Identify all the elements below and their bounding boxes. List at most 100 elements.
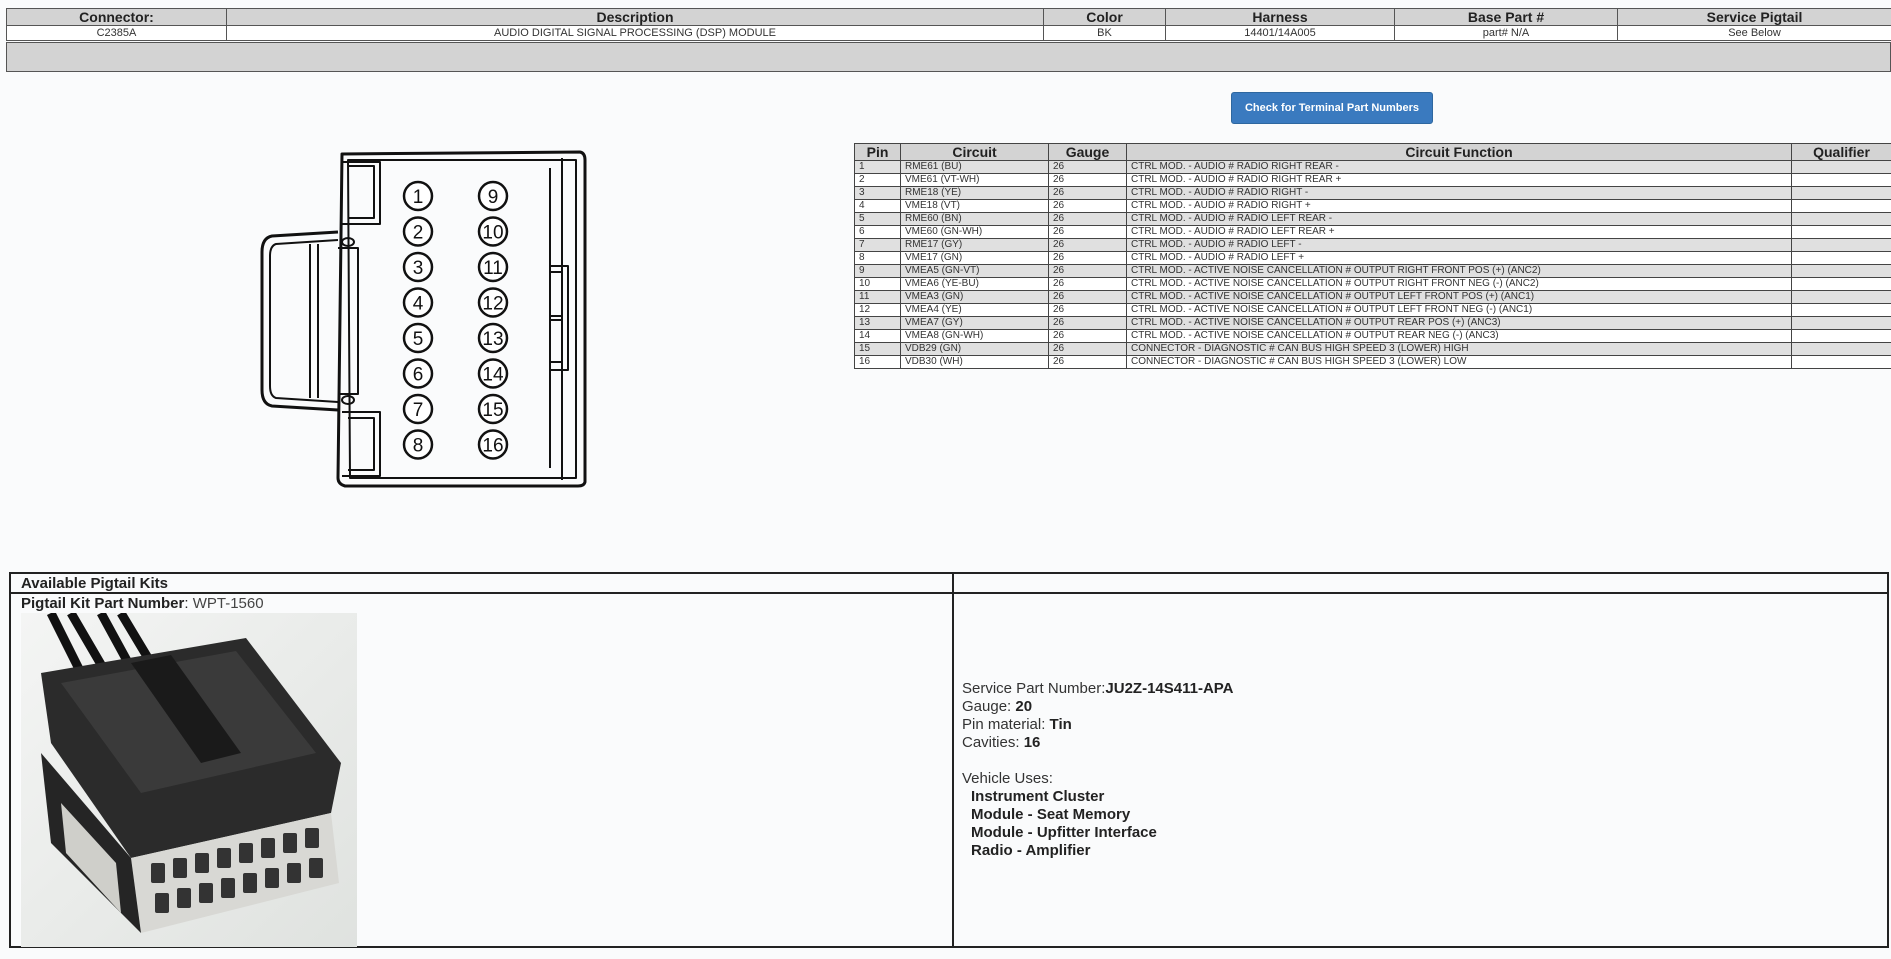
kits-divider-v	[952, 574, 954, 946]
header-connector: Connector:	[6, 8, 227, 26]
cell-circuit-function: CTRL MOD. - AUDIO # RADIO LEFT +	[1126, 251, 1792, 265]
cell-circuit: VMEA5 (GN-VT)	[900, 264, 1049, 278]
cell-pin: 3	[854, 186, 901, 200]
pin-number-label: 14	[482, 365, 504, 386]
table-row: 14 VMEA8 (GN-WH) 26 CTRL MOD. - ACTIVE NOIS…	[854, 329, 1891, 343]
table-row: 4 VME18 (VT) 26 CTRL MOD. - AUDIO # RADIO R…	[854, 199, 1891, 213]
table-row: 7 RME17 (GY) 26 CTRL MOD. - AUDIO # RADIO L…	[854, 238, 1891, 252]
cell-pin: 13	[854, 316, 901, 330]
cell-gauge: 26	[1048, 199, 1127, 213]
cell-pin: 12	[854, 303, 901, 317]
pigtail-kits-panel: Available Pigtail Kits Pigtail Kit Part …	[9, 572, 1889, 948]
cell-circuit-function: CTRL MOD. - ACTIVE NOISE CANCELLATION # …	[1126, 277, 1792, 291]
table-row: 2 VME61 (VT-WH) 26 CTRL MOD. - AUDIO # RADI…	[854, 173, 1891, 187]
table-row: 16 VDB30 (WH) 26 CONNECTOR - DIAGNOSTIC # C…	[854, 355, 1891, 369]
check-terminal-part-numbers-button[interactable]: Check for Terminal Part Numbers	[1231, 92, 1433, 124]
gauge-line: Gauge: 20	[962, 698, 1234, 716]
cell-circuit-function: CTRL MOD. - AUDIO # RADIO RIGHT REAR +	[1126, 173, 1792, 187]
pin-number-label: 10	[482, 223, 503, 244]
pin-number-label: 16	[482, 436, 503, 457]
cell-circuit: VDB29 (GN)	[900, 342, 1049, 356]
cell-circuit: VMEA8 (GN-WH)	[900, 329, 1049, 343]
cell-qualifier	[1791, 251, 1891, 265]
cell-pin: 4	[854, 199, 901, 213]
cell-qualifier	[1791, 277, 1891, 291]
pin-number-label: 15	[482, 400, 503, 421]
cell-qualifier	[1791, 238, 1891, 252]
pin-number-label: 12	[482, 294, 503, 315]
table-row: 8 VME17 (GN) 26 CTRL MOD. - AUDIO # RADIO L…	[854, 251, 1891, 265]
cell-circuit: VMEA4 (YE)	[900, 303, 1049, 317]
col-pin: Pin	[854, 143, 901, 161]
cell-gauge: 26	[1048, 264, 1127, 278]
cell-circuit: VME18 (VT)	[900, 199, 1049, 213]
table-row: 9 VMEA5 (GN-VT) 26 CTRL MOD. - ACTIVE NOISE…	[854, 264, 1891, 278]
cell-circuit: VME60 (GN-WH)	[900, 225, 1049, 239]
cell-circuit: VME17 (GN)	[900, 251, 1049, 265]
pin-table-header-row: Pin Circuit Gauge Circuit Function Quali…	[854, 143, 1891, 161]
cell-gauge: 26	[1048, 160, 1127, 174]
vehicle-uses-label: Vehicle Uses:	[962, 770, 1053, 787]
header-color: Color	[1043, 8, 1166, 26]
cell-qualifier	[1791, 199, 1891, 213]
cell-circuit: RME17 (GY)	[900, 238, 1049, 252]
cell-gauge: 26	[1048, 290, 1127, 304]
cell-circuit: VMEA3 (GN)	[900, 290, 1049, 304]
cell-qualifier	[1791, 342, 1891, 356]
pigtail-connector-photo	[21, 613, 357, 947]
vehicle-use-item: Module - Upfitter Interface	[971, 824, 1157, 841]
cell-pin: 7	[854, 238, 901, 252]
cell-circuit: VMEA7 (GY)	[900, 316, 1049, 330]
cell-pin: 10	[854, 277, 901, 291]
cell-gauge: 26	[1048, 316, 1127, 330]
cell-qualifier	[1791, 264, 1891, 278]
cell-pin: 9	[854, 264, 901, 278]
cell-qualifier	[1791, 316, 1891, 330]
cell-pin: 6	[854, 225, 901, 239]
pin-number-label: 9	[488, 187, 499, 208]
cell-circuit: VMEA6 (YE-BU)	[900, 277, 1049, 291]
cavities-label: Cavities:	[962, 734, 1024, 751]
pin-material-line: Pin material: Tin	[962, 716, 1234, 734]
cell-qualifier	[1791, 173, 1891, 187]
cell-pin: 1	[854, 160, 901, 174]
cell-qualifier	[1791, 160, 1891, 174]
cell-circuit-function: CTRL MOD. - AUDIO # RADIO RIGHT -	[1126, 186, 1792, 200]
kit-part-label: Pigtail Kit Part Number	[21, 595, 185, 612]
value-description: AUDIO DIGITAL SIGNAL PROCESSING (DSP) MO…	[226, 25, 1044, 41]
connector-face-diagram: 12345678 910111213141516	[260, 150, 587, 488]
cell-circuit: VME61 (VT-WH)	[900, 173, 1049, 187]
pin-number-label: 4	[413, 294, 424, 315]
value-harness: 14401/14A005	[1165, 25, 1395, 41]
cell-pin: 11	[854, 290, 901, 304]
cell-gauge: 26	[1048, 173, 1127, 187]
table-row: 12 VMEA4 (YE) 26 CTRL MOD. - ACTIVE NOISE C…	[854, 303, 1891, 317]
cell-pin: 2	[854, 173, 901, 187]
cavities-value: 16	[1023, 734, 1041, 751]
header-description: Description	[226, 8, 1044, 26]
cell-qualifier	[1791, 355, 1891, 369]
cell-circuit-function: CONNECTOR - DIAGNOSTIC # CAN BUS HIGH SP…	[1126, 342, 1792, 356]
header-service-pigtail: Service Pigtail	[1617, 8, 1891, 26]
cell-circuit: RME18 (YE)	[900, 186, 1049, 200]
pin-material-label: Pin material:	[962, 716, 1050, 733]
cell-circuit: RME61 (BU)	[900, 160, 1049, 174]
cell-circuit-function: CONNECTOR - DIAGNOSTIC # CAN BUS HIGH SP…	[1126, 355, 1792, 369]
cavities-line: Cavities: 16	[962, 734, 1234, 752]
cell-circuit-function: CTRL MOD. - ACTIVE NOISE CANCELLATION # …	[1126, 303, 1792, 317]
header-row: Connector: Description Color Harness Bas…	[6, 8, 1891, 26]
col-qualifier: Qualifier	[1791, 143, 1891, 161]
value-service-pigtail: See Below	[1617, 25, 1891, 41]
value-row: C2385A AUDIO DIGITAL SIGNAL PROCESSING (…	[6, 25, 1891, 41]
pin-number-label: 7	[413, 400, 424, 421]
pin-number-label: 5	[413, 329, 424, 350]
table-row: 6 VME60 (GN-WH) 26 CTRL MOD. - AUDIO # RADI…	[854, 225, 1891, 239]
pigtail-kit-part-number: Pigtail Kit Part Number: WPT-1560	[21, 595, 264, 612]
connector-header-table: Connector: Description Color Harness Bas…	[6, 8, 1891, 41]
pin-number-label: 3	[413, 258, 424, 279]
cell-gauge: 26	[1048, 225, 1127, 239]
cell-gauge: 26	[1048, 355, 1127, 369]
header-spacer-bar	[6, 42, 1891, 72]
cell-circuit: VDB30 (WH)	[900, 355, 1049, 369]
vehicle-use-item: Module - Seat Memory	[971, 806, 1131, 823]
